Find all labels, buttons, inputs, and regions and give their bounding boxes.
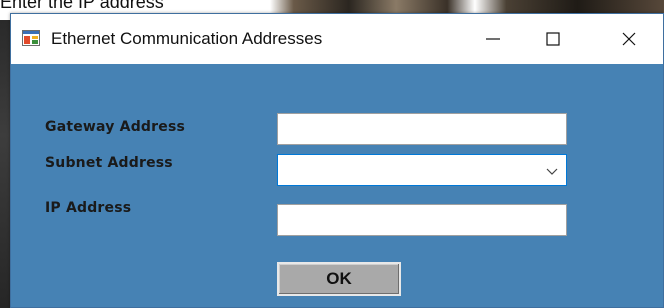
maximize-button[interactable] [525, 14, 581, 64]
background-instruction-text: Enter the IP address [0, 0, 164, 12]
ip-address-label: IP Address [45, 200, 132, 216]
minimize-button[interactable] [465, 14, 521, 64]
gateway-address-input[interactable] [277, 113, 567, 145]
ok-button[interactable]: OK [277, 262, 401, 296]
close-icon [622, 32, 636, 46]
subnet-address-label: Subnet Address [45, 155, 173, 171]
minimize-icon [486, 38, 500, 40]
maximize-icon [546, 32, 560, 46]
close-button[interactable] [601, 14, 657, 64]
app-window-icon [22, 30, 40, 46]
subnet-address-combobox[interactable] [277, 154, 567, 186]
title-bar[interactable]: Ethernet Communication Addresses [11, 14, 663, 64]
dialog-window: Ethernet Communication Addresses Gateway… [10, 13, 664, 308]
background-image-strip [0, 20, 10, 308]
window-title: Ethernet Communication Addresses [51, 29, 323, 48]
chevron-down-icon [546, 168, 558, 175]
dialog-body: Gateway Address Subnet Address IP Addres… [11, 64, 663, 307]
gateway-address-label: Gateway Address [45, 119, 186, 135]
ip-address-input[interactable] [277, 204, 567, 236]
